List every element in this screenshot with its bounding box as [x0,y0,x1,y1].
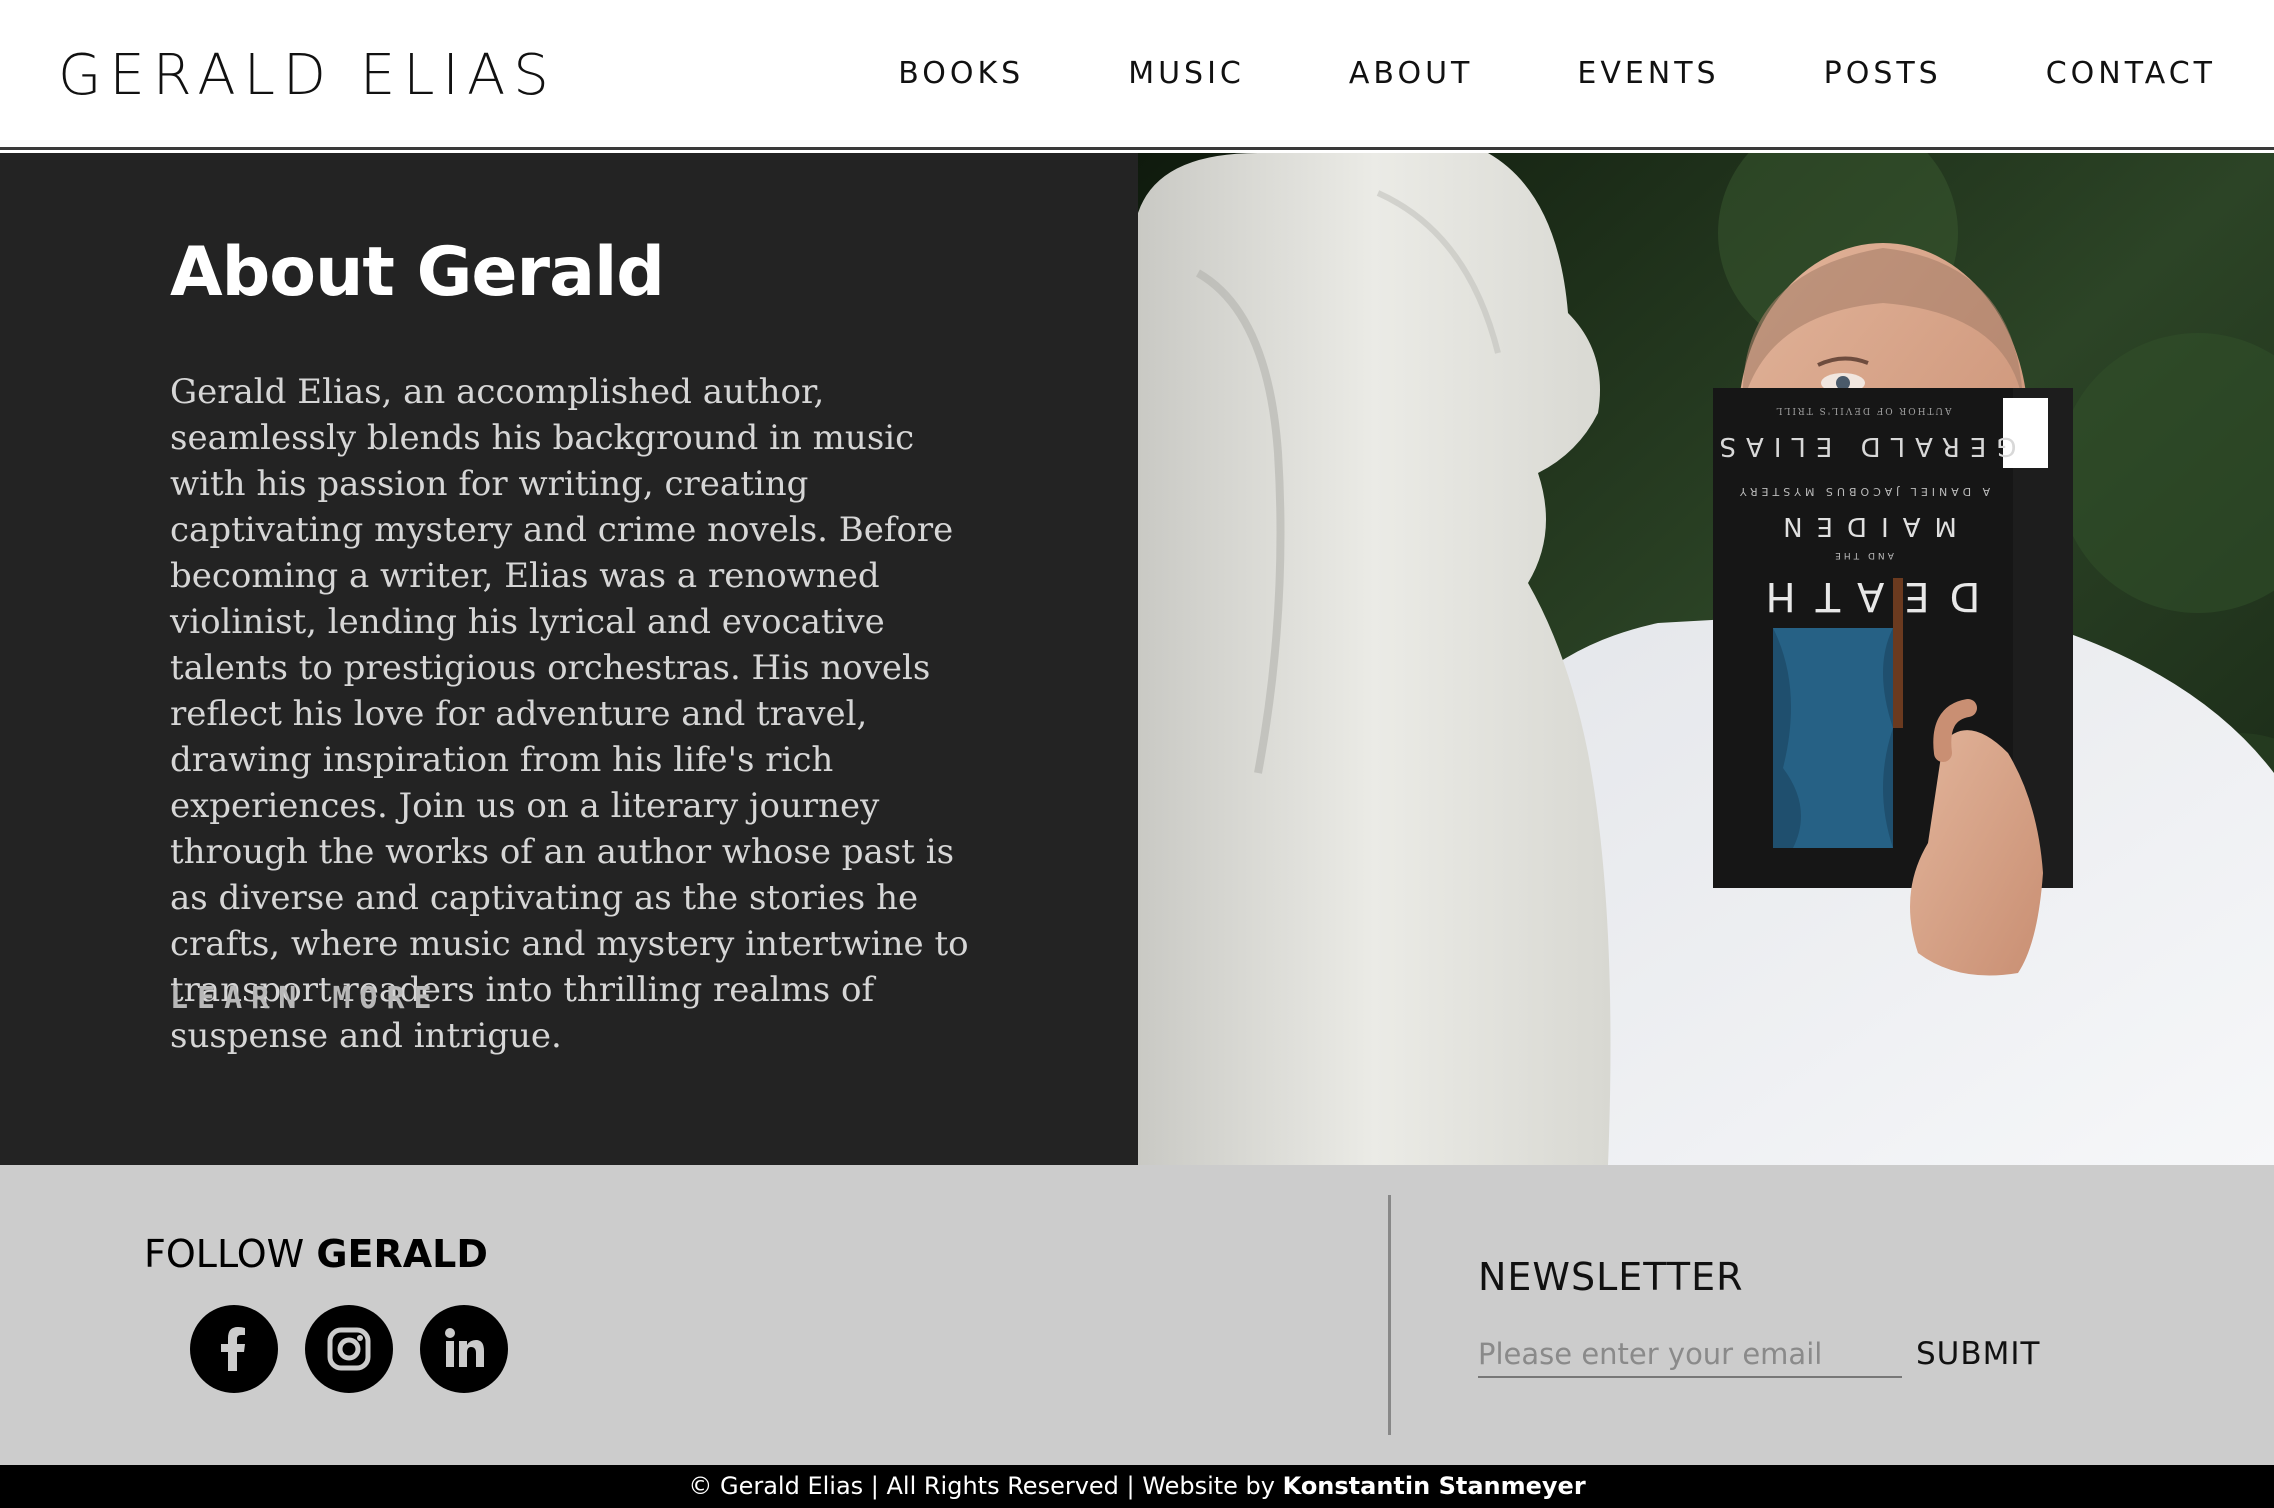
learn-more-link[interactable]: LEARN MORE [170,979,441,1019]
author-photo: GERALD ELIAS A DANIEL JACOBUS MYSTERY MA… [1138,153,2274,1165]
follow-prefix: FOLLOW [144,1232,305,1276]
book-title-andthe: AND THE [1832,550,1894,560]
newsletter-heading: NEWSLETTER [1478,1255,1744,1299]
book-title-maiden: MAIDEN [1769,511,1957,541]
about-title: About Gerald [170,233,665,312]
footer-divider [1388,1195,1391,1435]
copyright-bar: © Gerald Elias | All Rights Reserved | W… [0,1465,2274,1508]
nav-contact[interactable]: CONTACT [2046,54,2216,94]
site-logo[interactable]: GERALD ELIAS [58,40,557,112]
social-links [190,1305,508,1393]
linkedin-icon[interactable] [420,1305,508,1393]
instagram-icon[interactable] [305,1305,393,1393]
nav-music[interactable]: MUSIC [1128,54,1245,94]
credit-link[interactable]: Konstantin Stanmeyer [1283,1472,1586,1500]
book-title-death: DEATH [1746,573,1981,619]
nav-events[interactable]: EVENTS [1577,54,1719,94]
newsletter-email-input[interactable] [1478,1332,1902,1378]
site-footer: FOLLOW GERALD NEWSLETTER SUBMIT [0,1165,2274,1465]
copyright-text: © Gerald Elias | All Rights Reserved | W… [688,1472,1275,1500]
book-series: A DANIEL JACOBUS MYSTERY [1736,485,1990,498]
facebook-icon[interactable] [190,1305,278,1393]
about-section: About Gerald Gerald Elias, an accomplish… [0,153,1138,1165]
nav-posts[interactable]: POSTS [1824,54,1942,94]
newsletter-submit-button[interactable]: SUBMIT [1916,1331,2040,1377]
nav-books[interactable]: BOOKS [898,54,1024,94]
about-body: Gerald Elias, an accomplished author, se… [170,372,969,1056]
book-tagline: AUTHOR OF DEVIL'S TRILL [1774,405,1952,415]
nav-about[interactable]: ABOUT [1349,54,1473,94]
follow-heading: FOLLOW GERALD [144,1230,488,1278]
site-header: GERALD ELIAS BOOKS MUSIC ABOUT EVENTS PO… [0,0,2274,150]
author-photo-illustration: GERALD ELIAS A DANIEL JACOBUS MYSTERY MA… [1138,153,2274,1165]
book-author: GERALD ELIAS [1709,431,2016,461]
main-nav: BOOKS MUSIC ABOUT EVENTS POSTS CONTACT [898,54,2216,94]
follow-name: GERALD [316,1232,488,1276]
